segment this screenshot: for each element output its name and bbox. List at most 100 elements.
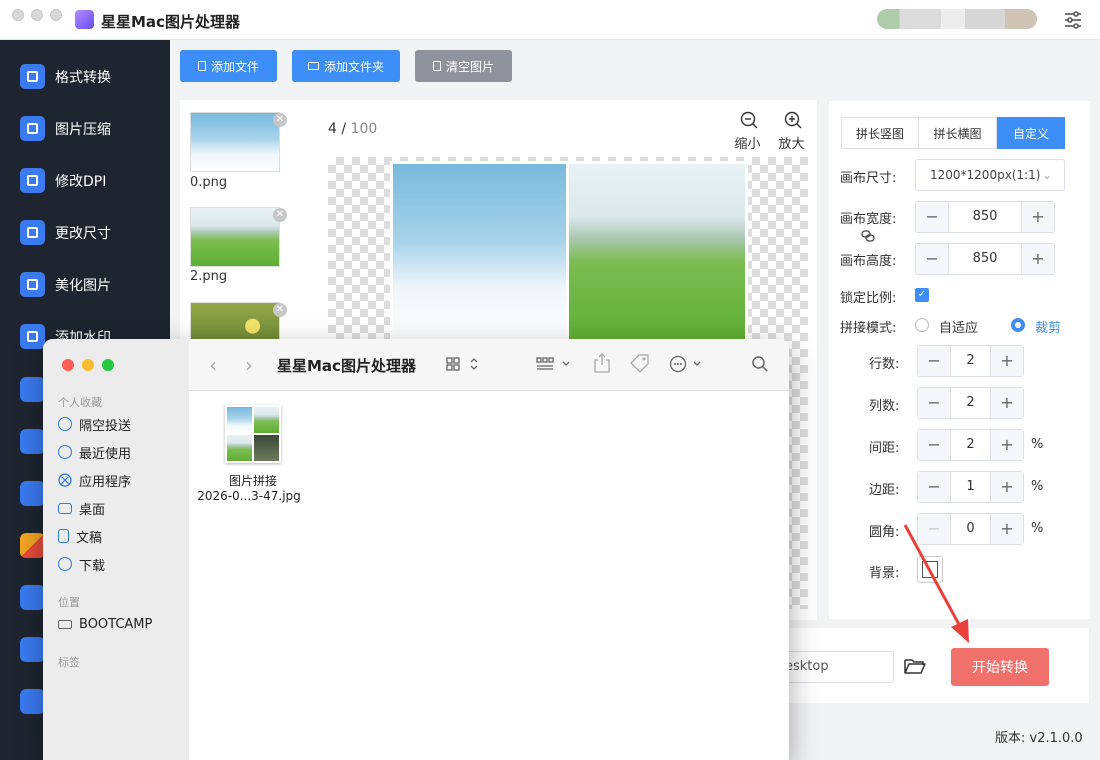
canvas-size-select[interactable]: 1200*1200px(1:1) ⌄	[915, 159, 1065, 191]
sidebar-item-dpi[interactable]: 修改DPI	[0, 155, 170, 207]
mode-crop-label[interactable]: 裁剪	[1035, 317, 1061, 336]
margin-value[interactable]: 1	[950, 472, 991, 502]
sidebar-item-resize[interactable]: 更改尺寸	[0, 207, 170, 259]
background-color-picker[interactable]	[917, 556, 943, 583]
clear-images-button[interactable]: 清空图片	[415, 50, 512, 82]
user-account-avatar[interactable]	[877, 9, 1037, 29]
increment-button[interactable]: +	[991, 514, 1023, 544]
add-folder-label: 添加文件夹	[323, 59, 384, 74]
tab-long-horizontal[interactable]: 拼长横图	[918, 117, 997, 149]
finder-item-recents[interactable]: 最近使用	[58, 441, 131, 463]
margin-stepper[interactable]: − 1 +	[917, 471, 1024, 503]
increment-button[interactable]: +	[1022, 202, 1054, 232]
lock-ratio-checkbox[interactable]: ✓	[915, 288, 929, 302]
open-folder-icon[interactable]	[904, 657, 926, 675]
finder-item-documents[interactable]: 文稿	[58, 525, 102, 547]
finder-zoom-button[interactable]	[102, 359, 114, 371]
file-thumbnail[interactable]	[190, 207, 280, 267]
locations-heading: 位置	[58, 596, 80, 609]
beautify-icon	[20, 272, 45, 297]
finder-item-label: 文稿	[76, 530, 103, 546]
finder-item-bootcamp[interactable]: BOOTCAMP	[58, 613, 152, 635]
decrement-button[interactable]: −	[918, 388, 950, 418]
cols-stepper[interactable]: − 2 +	[917, 387, 1024, 419]
remove-file-icon[interactable]: ✕	[273, 113, 287, 127]
finder-minimize-button[interactable]	[82, 359, 94, 371]
decrement-button[interactable]: −	[916, 202, 948, 232]
zoom-out-button[interactable]: 缩小	[734, 111, 762, 152]
canvas-height-value[interactable]: 850	[948, 244, 1022, 274]
finder-window: 个人收藏 隔空投送 最近使用 ⨂ 应用程序 桌面 文稿 下载 位置 BOOTCA	[43, 339, 789, 760]
tab-custom[interactable]: 自定义	[997, 117, 1065, 149]
tool-icon[interactable]	[20, 377, 45, 402]
close-window-button[interactable]	[12, 9, 24, 21]
finder-item-downloads[interactable]: 下载	[58, 553, 105, 575]
drive-icon	[58, 619, 72, 629]
canvas-height-stepper[interactable]: − 850 +	[915, 243, 1055, 275]
decrement-button[interactable]: −	[918, 430, 950, 460]
mode-crop-radio[interactable]	[1011, 318, 1025, 332]
finder-close-button[interactable]	[62, 359, 74, 371]
finder-item-applications[interactable]: ⨂ 应用程序	[58, 469, 131, 491]
add-folder-button[interactable]: 添加文件夹	[292, 50, 400, 82]
clear-images-label: 清空图片	[445, 59, 494, 74]
gap-stepper[interactable]: − 2 +	[917, 429, 1024, 461]
file-item[interactable]: 图片拼接 2026-0...3-47.jpg	[197, 405, 303, 504]
folder-icon	[307, 62, 319, 70]
increment-button[interactable]: +	[991, 430, 1023, 460]
remove-file-icon[interactable]: ✕	[273, 208, 287, 222]
more-actions-icon[interactable]	[669, 355, 709, 373]
minimize-window-button[interactable]	[31, 9, 43, 21]
frame-icon[interactable]	[20, 637, 45, 662]
radius-value[interactable]: 0	[950, 514, 991, 544]
settings-sliders-icon[interactable]	[1062, 9, 1084, 31]
mode-adaptive-radio[interactable]	[915, 318, 929, 332]
zoom-window-button[interactable]	[50, 9, 62, 21]
finder-item-desktop[interactable]: 桌面	[58, 497, 105, 519]
edit-icon[interactable]	[20, 481, 45, 506]
back-chevron-icon[interactable]: ‹	[209, 353, 217, 377]
crop-icon[interactable]	[20, 585, 45, 610]
gap-value[interactable]: 2	[950, 430, 991, 460]
add-file-button[interactable]: 添加文件	[180, 50, 277, 82]
sidebar-item-compress[interactable]: 图片压缩	[0, 103, 170, 155]
sidebar-item-format-convert[interactable]: 格式转换	[0, 51, 170, 103]
tag-icon[interactable]	[629, 354, 651, 374]
sidebar-item-beautify[interactable]: 美化图片	[0, 259, 170, 311]
increment-button[interactable]: +	[1022, 244, 1054, 274]
cols-value[interactable]: 2	[950, 388, 991, 418]
remove-file-icon[interactable]: ✕	[273, 303, 287, 317]
view-grid-icon[interactable]	[446, 356, 482, 372]
puzzle-icon[interactable]	[20, 533, 45, 558]
file-thumbnail[interactable]	[190, 112, 280, 172]
increment-button[interactable]: +	[991, 388, 1023, 418]
rotate-icon[interactable]	[20, 429, 45, 454]
link-chain-icon[interactable]	[860, 228, 876, 244]
start-convert-button[interactable]: 开始转换	[951, 648, 1049, 686]
page-separator: /	[341, 121, 347, 137]
radius-stepper[interactable]: − 0 +	[917, 513, 1024, 545]
increment-button[interactable]: +	[991, 472, 1023, 502]
layers-icon[interactable]	[20, 689, 45, 714]
decrement-button[interactable]: −	[918, 346, 950, 376]
rows-stepper[interactable]: − 2 +	[917, 345, 1024, 377]
increment-button[interactable]: +	[991, 346, 1023, 376]
finder-item-label: 隔空投送	[79, 418, 132, 434]
decrement-button[interactable]: −	[918, 514, 950, 544]
tab-long-vertical[interactable]: 拼长竖图	[841, 117, 919, 149]
forward-chevron-icon[interactable]: ›	[245, 353, 253, 377]
rows-value[interactable]: 2	[950, 346, 991, 376]
zoom-out-icon	[740, 111, 758, 129]
canvas-width-stepper[interactable]: − 850 +	[915, 201, 1055, 233]
mode-adaptive-label[interactable]: 自适应	[939, 317, 978, 336]
decrement-button[interactable]: −	[918, 472, 950, 502]
decrement-button[interactable]: −	[916, 244, 948, 274]
output-path-input[interactable]: esktop	[785, 651, 894, 683]
finder-item-airdrop[interactable]: 隔空投送	[58, 413, 131, 435]
zoom-in-button[interactable]: 放大	[778, 111, 806, 152]
share-icon[interactable]	[593, 353, 611, 373]
resize-icon	[20, 220, 45, 245]
canvas-width-value[interactable]: 850	[948, 202, 1022, 232]
group-by-icon[interactable]	[536, 356, 574, 372]
search-icon[interactable]	[751, 355, 769, 373]
